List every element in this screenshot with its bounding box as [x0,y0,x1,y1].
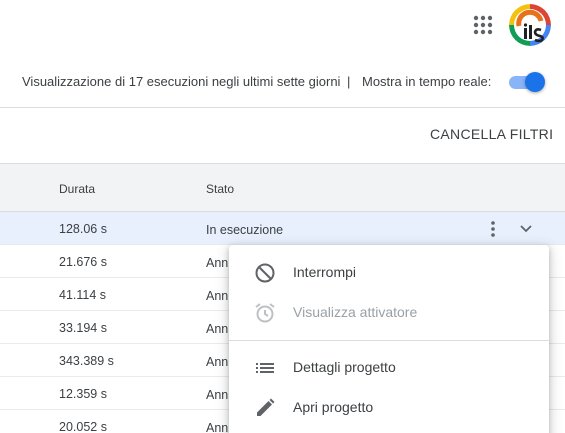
row-status: Ann [206,256,229,270]
row-context-menu: Interrompi Visualizza attivatore Dettagl… [229,245,549,433]
table-header: Durata Stato [0,163,565,212]
row-status: In esecuzione [206,223,284,237]
toolbar-divider [0,107,565,108]
row-duration: 41.114 s [59,288,107,302]
chevron-down-icon[interactable] [516,221,536,237]
row-status: Ann [206,289,229,303]
row-duration: 20.052 s [59,420,107,433]
table-row[interactable]: 128.06 s In esecuzione [0,212,565,245]
alarm-clock-icon [253,301,277,325]
menu-item-view-trigger: Visualizza attivatore [229,293,549,333]
more-vert-icon[interactable] [482,219,504,239]
clear-filters-button[interactable]: CANCELLA FILTRI [422,118,561,150]
live-toggle[interactable] [507,72,545,92]
row-duration: 12.359 s [59,387,107,401]
toggle-thumb [525,72,545,92]
pencil-icon [253,396,277,420]
menu-item-stop[interactable]: Interrompi [229,253,549,293]
list-icon [253,356,277,380]
row-status: Ann [206,421,229,433]
executions-summary: Visualizzazione di 17 esecuzioni negli u… [22,74,341,89]
row-duration: 33.194 s [59,321,107,335]
menu-item-label: Visualizza attivatore [293,304,418,320]
row-duration: 21.676 s [59,255,107,269]
row-status: Ann [206,355,229,369]
menu-item-label: Apri progetto [293,399,374,415]
infobar-separator: | [347,74,351,89]
row-duration: 128.06 s [59,222,107,236]
live-label: Mostra in tempo reale: [362,74,492,89]
menu-item-open-project[interactable]: Apri progetto [229,388,549,428]
row-status: Ann [206,388,229,402]
column-header-duration[interactable]: Durata [59,182,95,196]
executions-infobar: Visualizzazione di 17 esecuzioni negli u… [0,64,565,100]
menu-divider [229,340,549,341]
block-icon [253,261,277,285]
top-app-bar [0,0,565,52]
account-avatar-icon[interactable] [509,4,551,46]
menu-item-project-details[interactable]: Dettagli progetto [229,348,549,388]
row-duration: 343.389 s [59,354,114,368]
menu-item-label: Interrompi [293,264,357,280]
row-status: Ann [206,322,229,336]
apps-grid-icon[interactable] [472,14,494,36]
column-header-status[interactable]: Stato [206,182,234,196]
menu-item-label: Dettagli progetto [293,359,396,375]
